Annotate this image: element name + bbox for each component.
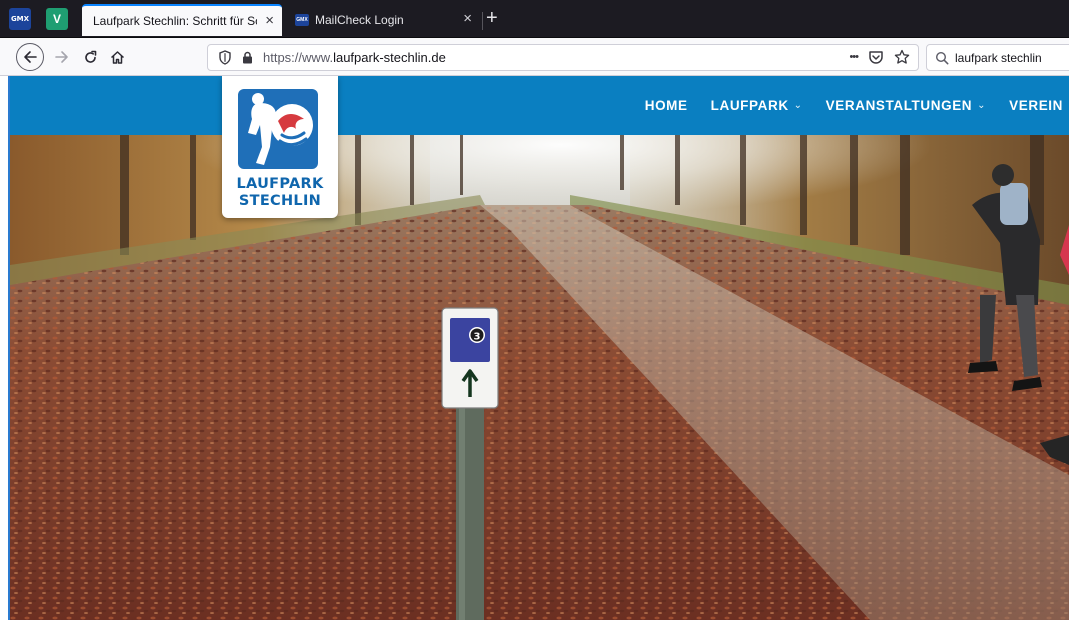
menu-label: HOME <box>644 98 688 113</box>
pinned-tab-gmx[interactable]: GMX <box>9 8 31 30</box>
search-bar[interactable] <box>926 44 1069 71</box>
gmx-favicon-icon: GMX <box>295 14 309 26</box>
menu-label: VEREIN <box>1009 98 1064 113</box>
site-logo[interactable]: LAUFPARK STECHLIN <box>222 76 338 218</box>
logo-line-1: LAUFPARK <box>236 176 324 192</box>
home-icon <box>110 50 124 64</box>
menu-label: LAUFPARK <box>710 98 789 113</box>
lock-icon[interactable] <box>242 51 253 64</box>
tab-laufpark[interactable]: Laufpark Stechlin: Schritt für Schritt × <box>82 4 282 36</box>
url-text: https://www.laufpark-stechlin.de <box>263 50 446 65</box>
menu-label: VERANSTALTUNGEN <box>825 98 973 113</box>
search-input[interactable] <box>955 50 1065 65</box>
tab-strip: GMX V Laufpark Stechlin: Schritt für Sch… <box>0 0 1069 38</box>
gmx-icon: GMX <box>10 15 30 23</box>
page-left-edge <box>0 76 10 620</box>
menu-verein[interactable]: VEREIN ⌄ <box>1009 98 1069 113</box>
v-app-icon: V <box>52 12 61 26</box>
arrow-left-icon <box>24 51 37 63</box>
url-scheme: https://www. <box>263 50 334 65</box>
pocket-icon[interactable] <box>868 50 884 65</box>
menu-laufpark[interactable]: LAUFPARK ⌄ <box>711 98 803 113</box>
bookmark-star-icon[interactable] <box>894 49 910 65</box>
new-tab-button[interactable]: + <box>486 7 498 29</box>
web-page: 3 HOME LAUFPARK ⌄ VERANSTALTUNGEN ⌄ VERE… <box>10 76 1069 620</box>
search-icon <box>935 51 949 64</box>
site-header: HOME LAUFPARK ⌄ VERANSTALTUNGEN ⌄ VEREIN… <box>10 76 1069 135</box>
chevron-down-icon: ⌄ <box>977 100 987 111</box>
logo-wordmark: LAUFPARK STECHLIN <box>222 176 338 210</box>
navigation-toolbar: https://www.laufpark-stechlin.de ••• <box>0 38 1069 76</box>
reload-icon <box>84 50 96 63</box>
laufpark-logo-icon <box>238 89 318 169</box>
tab-title: MailCheck Login <box>315 13 404 27</box>
tab-separator <box>482 12 483 30</box>
chevron-down-icon: ⌄ <box>793 100 803 111</box>
tracking-shield-icon[interactable] <box>218 50 232 65</box>
menu-veranstaltungen[interactable]: VERANSTALTUNGEN ⌄ <box>826 98 986 113</box>
page-actions-icon[interactable]: ••• <box>849 51 859 63</box>
url-bar[interactable]: https://www.laufpark-stechlin.de ••• <box>207 44 919 71</box>
arrow-right-icon <box>55 51 68 63</box>
close-tab-icon[interactable]: × <box>463 11 472 26</box>
logo-line-2: STECHLIN <box>238 193 322 209</box>
menu-home[interactable]: HOME <box>645 98 688 113</box>
home-button[interactable] <box>104 44 130 70</box>
close-tab-icon[interactable]: × <box>265 13 274 28</box>
back-button[interactable] <box>16 43 44 71</box>
url-host: laufpark-stechlin.de <box>333 50 446 65</box>
tab-title: Laufpark Stechlin: Schritt für Schritt <box>93 14 257 28</box>
marker-number: 3 <box>474 332 481 343</box>
reload-button[interactable] <box>77 44 103 70</box>
hero-image: 3 <box>10 135 1069 620</box>
main-menu: HOME LAUFPARK ⌄ VERANSTALTUNGEN ⌄ VEREIN… <box>645 76 1069 135</box>
forward-button[interactable] <box>49 44 75 70</box>
tab-mailcheck[interactable]: GMX MailCheck Login × <box>284 4 480 36</box>
pinned-tab-v[interactable]: V <box>46 8 68 30</box>
